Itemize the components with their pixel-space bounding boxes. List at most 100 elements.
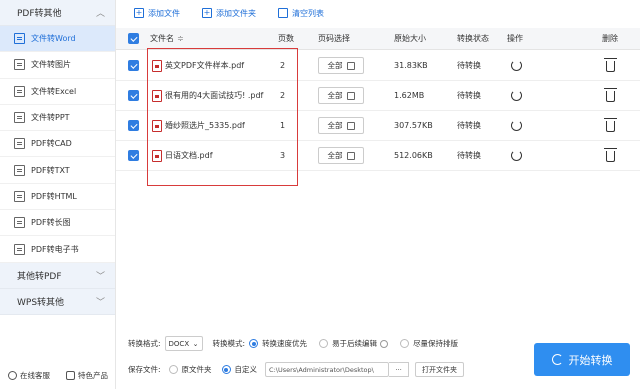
section-pdf-to-other[interactable]: PDF转其他 ︿	[0, 0, 115, 26]
refresh-icon	[511, 60, 522, 71]
cad-file-icon	[14, 138, 25, 150]
row-checkbox[interactable]	[128, 51, 139, 80]
convert-icon	[551, 354, 563, 365]
refresh-button[interactable]	[511, 141, 522, 170]
save-path-input[interactable]: C:\Users\Administrator\Desktop\	[265, 362, 390, 377]
page-select-button[interactable]: 全部	[318, 87, 364, 104]
header-filename-label: 文件名	[150, 34, 174, 43]
mode-fast-radio[interactable]	[249, 339, 259, 348]
sidebar-item-label: PDF转CAD	[31, 139, 72, 149]
clear-list-label: 清空列表	[292, 8, 324, 18]
section-other-to-pdf-label: 其他转PDF	[17, 271, 62, 282]
excel-file-icon	[14, 85, 25, 97]
start-convert-label: 开始转换	[568, 353, 613, 367]
save-row: 保存文件: 原文件夹 自定义 C:\Users\Administrator\De…	[128, 362, 465, 377]
row-checkbox[interactable]	[128, 81, 139, 110]
grid-icon	[66, 370, 75, 380]
txt-file-icon	[14, 164, 25, 176]
online-service-label: 在线客服	[20, 370, 50, 380]
page-select-label: 全部	[327, 61, 343, 70]
sidebar-item-excel[interactable]: 文件转Excel	[0, 79, 115, 105]
clear-list-button[interactable]: 清空列表	[278, 8, 324, 19]
header-size: 原始大小	[394, 34, 426, 43]
add-folder-button[interactable]: + 添加文件夹	[202, 8, 256, 19]
checkbox-checked-icon	[128, 33, 139, 44]
refresh-button[interactable]	[511, 51, 522, 80]
sidebar-item-label: PDF转电子书	[31, 244, 79, 254]
ppt-file-icon	[14, 112, 25, 124]
headset-icon	[8, 370, 17, 380]
sidebar-item-txt[interactable]: PDF转TXT	[0, 157, 115, 184]
toolbar: + 添加文件 + 添加文件夹 清空列表	[116, 0, 640, 26]
refresh-icon	[511, 90, 522, 101]
sidebar-item-label: PDF转TXT	[31, 165, 70, 175]
chevron-down-icon: ⌄	[192, 339, 199, 348]
sidebar-item-word[interactable]: 文件转Word	[0, 26, 115, 53]
sidebar-item-ppt[interactable]: 文件转PPT	[0, 105, 115, 132]
format-row: 转换格式: DOCX ⌄ 转换模式: 转换速度优先 易于后续编辑 尽量保持排版	[128, 336, 458, 351]
trash-icon	[604, 118, 617, 132]
save-custom-radio[interactable]	[221, 365, 231, 374]
header-page-select: 页码选择	[318, 34, 350, 43]
save-custom-label: 自定义	[234, 365, 258, 374]
format-select[interactable]: DOCX ⌄	[164, 336, 203, 351]
start-convert-button[interactable]: 开始转换	[534, 343, 630, 376]
refresh-button[interactable]	[511, 81, 522, 110]
delete-button[interactable]	[604, 141, 617, 170]
edit-icon	[346, 121, 355, 130]
table-header: 文件名 ≑ 页数 页码选择 原始大小 转换状态 操作 删除	[116, 28, 640, 50]
checkbox-checked-icon	[128, 120, 139, 131]
chevron-down-icon: ﹀	[95, 271, 105, 282]
sidebar-item-ebook[interactable]: PDF转电子书	[0, 236, 115, 263]
section-other-to-pdf[interactable]: 其他转PDF ﹀	[0, 262, 115, 289]
file-size: 31.83KB	[394, 61, 428, 70]
delete-button[interactable]	[604, 81, 617, 110]
page-select-cell: 全部	[318, 111, 364, 140]
plus-icon: +	[134, 8, 144, 18]
header-filename[interactable]: 文件名 ≑	[150, 28, 184, 49]
refresh-button[interactable]	[511, 111, 522, 140]
format-label: 转换格式:	[128, 339, 161, 348]
edit-icon	[346, 151, 355, 160]
edit-icon	[346, 91, 355, 100]
refresh-icon	[511, 150, 522, 161]
convert-status: 待转换	[457, 61, 481, 70]
sidebar-item-image[interactable]: 文件转图片	[0, 52, 115, 79]
save-original-radio[interactable]	[168, 365, 178, 374]
sidebar-item-html[interactable]: PDF转HTML	[0, 184, 115, 211]
sidebar-item-label: 文件转Word	[31, 34, 76, 44]
sidebar-item-label: 文件转图片	[31, 60, 71, 70]
page-select-label: 全部	[327, 91, 343, 100]
mode-edit-radio[interactable]	[319, 339, 329, 348]
delete-button[interactable]	[604, 111, 617, 140]
help-icon[interactable]	[380, 339, 389, 348]
row-checkbox[interactable]	[128, 141, 139, 170]
browse-button[interactable]: ···	[389, 362, 410, 377]
trash-icon	[604, 148, 617, 162]
page-select-button[interactable]: 全部	[318, 57, 364, 74]
page-select-button[interactable]: 全部	[318, 147, 364, 164]
mode-layout-radio[interactable]	[400, 339, 410, 348]
sidebar-item-cad[interactable]: PDF转CAD	[0, 131, 115, 158]
format-value: DOCX	[168, 339, 190, 348]
sidebar-items: 文件转Word 文件转图片 文件转Excel 文件转PPT PDF转CAD PD…	[0, 26, 115, 263]
word-file-icon	[14, 33, 25, 45]
add-file-label: 添加文件	[148, 8, 180, 18]
header-status: 转换状态	[457, 34, 489, 43]
featured-products-button[interactable]: 特色产品	[66, 370, 108, 381]
add-file-button[interactable]: + 添加文件	[134, 8, 180, 19]
open-folder-button[interactable]: 打开文件夹	[415, 362, 465, 377]
sidebar-item-long-image[interactable]: PDF转长图	[0, 210, 115, 237]
save-original-label: 原文件夹	[181, 365, 212, 374]
trash-icon	[604, 58, 617, 72]
row-checkbox[interactable]	[128, 111, 139, 140]
section-wps-to-other[interactable]: WPS转其他 ﹀	[0, 288, 115, 315]
select-all-checkbox[interactable]	[128, 28, 139, 49]
online-service-button[interactable]: 在线客服	[8, 370, 50, 381]
page-select-button[interactable]: 全部	[318, 117, 364, 134]
folder-plus-icon: +	[202, 8, 212, 18]
sort-icon: ≑	[177, 34, 184, 43]
delete-button[interactable]	[604, 51, 617, 80]
page-select-label: 全部	[327, 151, 343, 160]
mode-edit-label: 易于后续编辑	[332, 339, 378, 348]
